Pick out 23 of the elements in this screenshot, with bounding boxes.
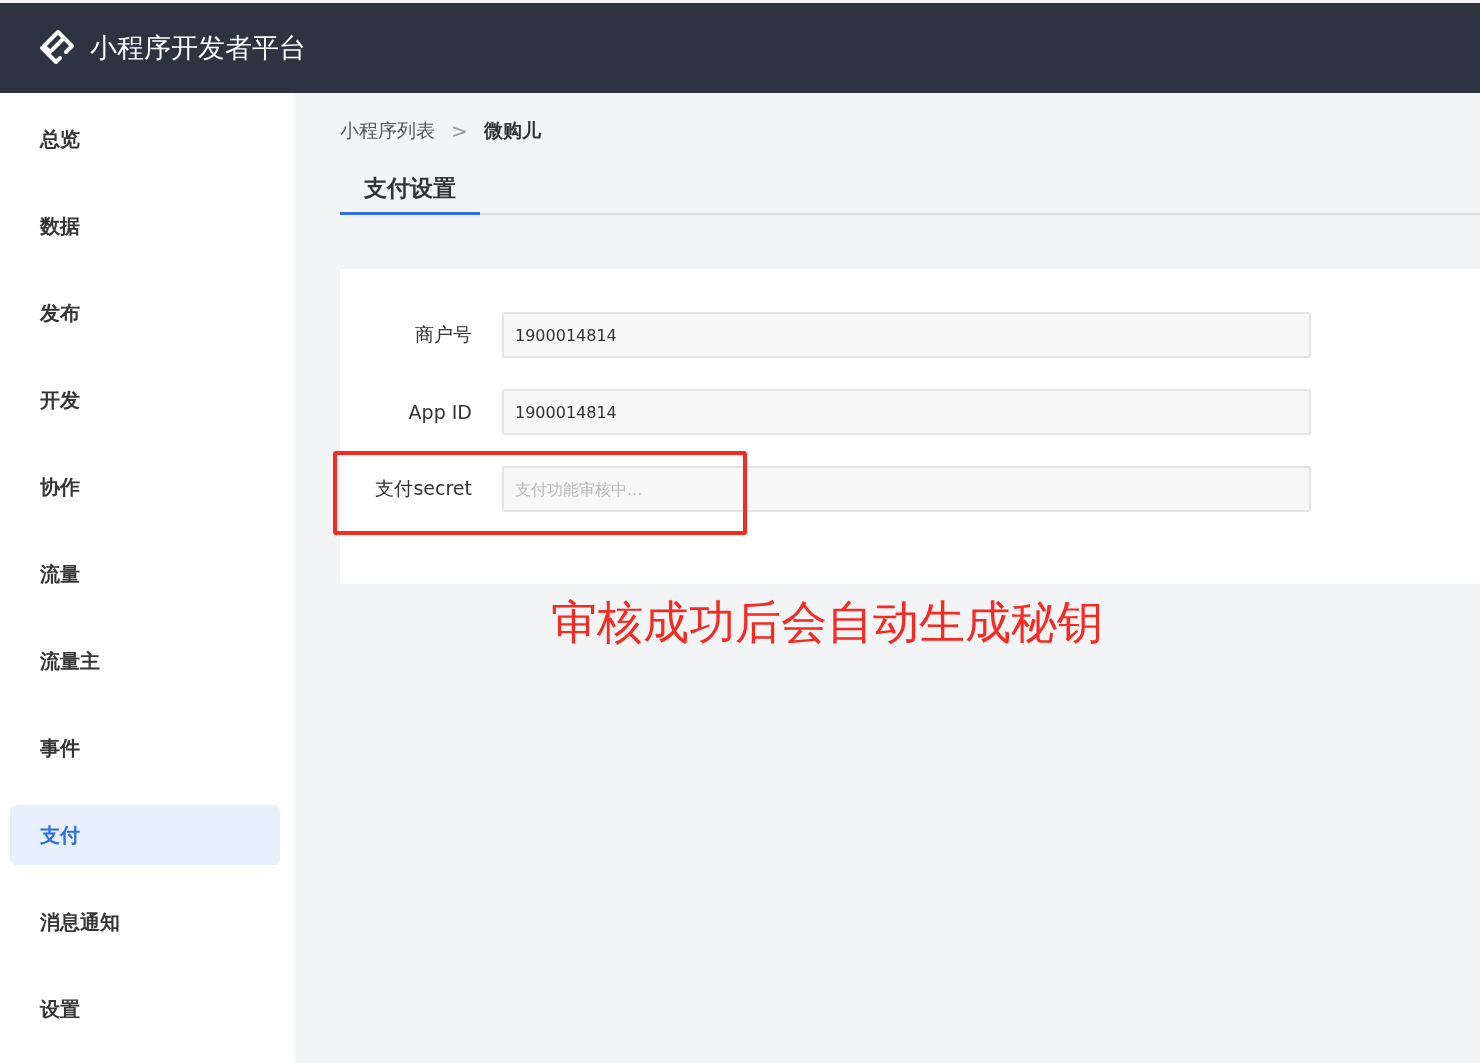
sidebar-item[interactable]: 开发	[10, 370, 280, 430]
sidebar-item[interactable]: 总览	[10, 109, 280, 169]
input-field[interactable]: 1900014814	[502, 312, 1311, 358]
sidebar-item[interactable]: 流量	[10, 544, 280, 604]
breadcrumb-current: 微购儿	[483, 118, 541, 143]
app-title: 小程序开发者平台	[90, 31, 306, 65]
sidebar-item[interactable]: 支付	[10, 805, 280, 865]
sidebar-item[interactable]: 发布	[10, 283, 280, 343]
input-field[interactable]: 1900014814	[502, 389, 1311, 435]
input-field[interactable]: 支付功能审核中...	[502, 466, 1311, 512]
tab[interactable]: 支付设置	[340, 173, 480, 215]
sidebar-item[interactable]: 消息通知	[10, 892, 280, 952]
sidebar-item[interactable]: 数据	[10, 196, 280, 256]
field-label: App ID	[407, 401, 472, 423]
annotation-text: 审核成功后会自动生成秘钥	[551, 594, 1104, 651]
field-label: 支付secret	[374, 476, 472, 501]
breadcrumb-link[interactable]: 小程序列表	[340, 118, 435, 144]
sidebar-item[interactable]: 流量主	[10, 631, 280, 691]
sidebar-item[interactable]: 设置	[10, 979, 280, 1039]
sidebar-item[interactable]: 协作	[10, 457, 280, 517]
field-label: 商户号	[414, 322, 472, 347]
chevron-icon: >	[451, 119, 468, 143]
sidebar-item[interactable]: 事件	[10, 718, 280, 778]
